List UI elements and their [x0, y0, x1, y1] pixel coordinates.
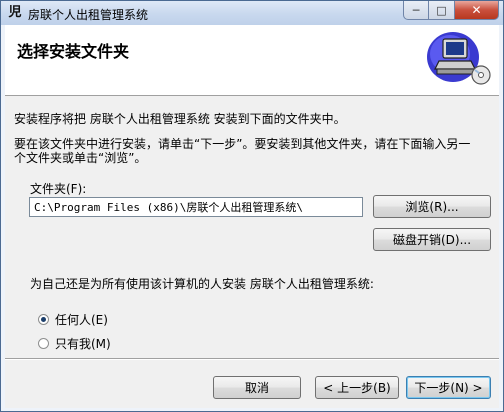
close-button[interactable]: ✕: [455, 1, 499, 20]
installer-window: 児 房联个人出租管理系统 ─ □ ✕ 选择安装文件夹 安装程序将把 房联个人出租…: [0, 0, 504, 412]
intro-text: 安装程序将把 房联个人出租管理系统 安装到下面的文件夹中。: [14, 112, 346, 126]
radio-just-me[interactable]: 只有我(M): [38, 335, 111, 352]
minimize-button[interactable]: ─: [403, 1, 429, 20]
radio-everyone-label: 任何人(E): [55, 313, 108, 327]
maximize-icon: □: [436, 3, 447, 17]
instruction-text-line-1: 要在该文件夹中进行安装，请单击“下一步”。要安装到其他文件夹，请在下面输入另一: [14, 137, 471, 151]
radio-everyone-indicator[interactable]: [38, 314, 49, 325]
instruction-text-line-2: 个文件夹或单击“浏览”。: [14, 151, 147, 165]
footer-separator: [5, 358, 499, 360]
radio-everyone[interactable]: 任何人(E): [38, 311, 108, 328]
cancel-button[interactable]: 取消: [213, 376, 301, 399]
back-button[interactable]: < 上一步(B): [315, 376, 399, 399]
radio-just-me-label: 只有我(M): [55, 337, 111, 351]
disk-cost-button[interactable]: 磁盘开销(D)...: [373, 228, 491, 251]
next-button[interactable]: 下一步(N) >: [406, 376, 491, 399]
close-icon: ✕: [471, 3, 482, 17]
folder-path-input[interactable]: C:\Program Files (x86)\房联个人出租管理系统\: [29, 197, 363, 217]
window-title: 房联个人出租管理系统: [28, 8, 149, 22]
maximize-button[interactable]: □: [429, 1, 455, 20]
minimize-icon: ─: [412, 3, 420, 17]
radio-just-me-indicator[interactable]: [38, 338, 49, 349]
install-for-label: 为自己还是为所有使用该计算机的人安装 房联个人出租管理系统:: [30, 277, 374, 291]
installer-app-icon: 児: [8, 5, 22, 20]
title-bar[interactable]: 児 房联个人出租管理系统 ─ □ ✕: [1, 1, 503, 25]
folder-label: 文件夹(F):: [30, 182, 87, 196]
wizard-content: 安装程序将把 房联个人出租管理系统 安装到下面的文件夹中。 要在该文件夹中进行安…: [5, 96, 499, 408]
browse-button[interactable]: 浏览(R)...: [373, 195, 491, 218]
page-title: 选择安装文件夹: [17, 42, 130, 61]
caption-buttons: ─ □ ✕: [403, 1, 499, 21]
wizard-header: 选择安装文件夹: [5, 25, 499, 96]
computer-install-icon: [427, 32, 491, 85]
